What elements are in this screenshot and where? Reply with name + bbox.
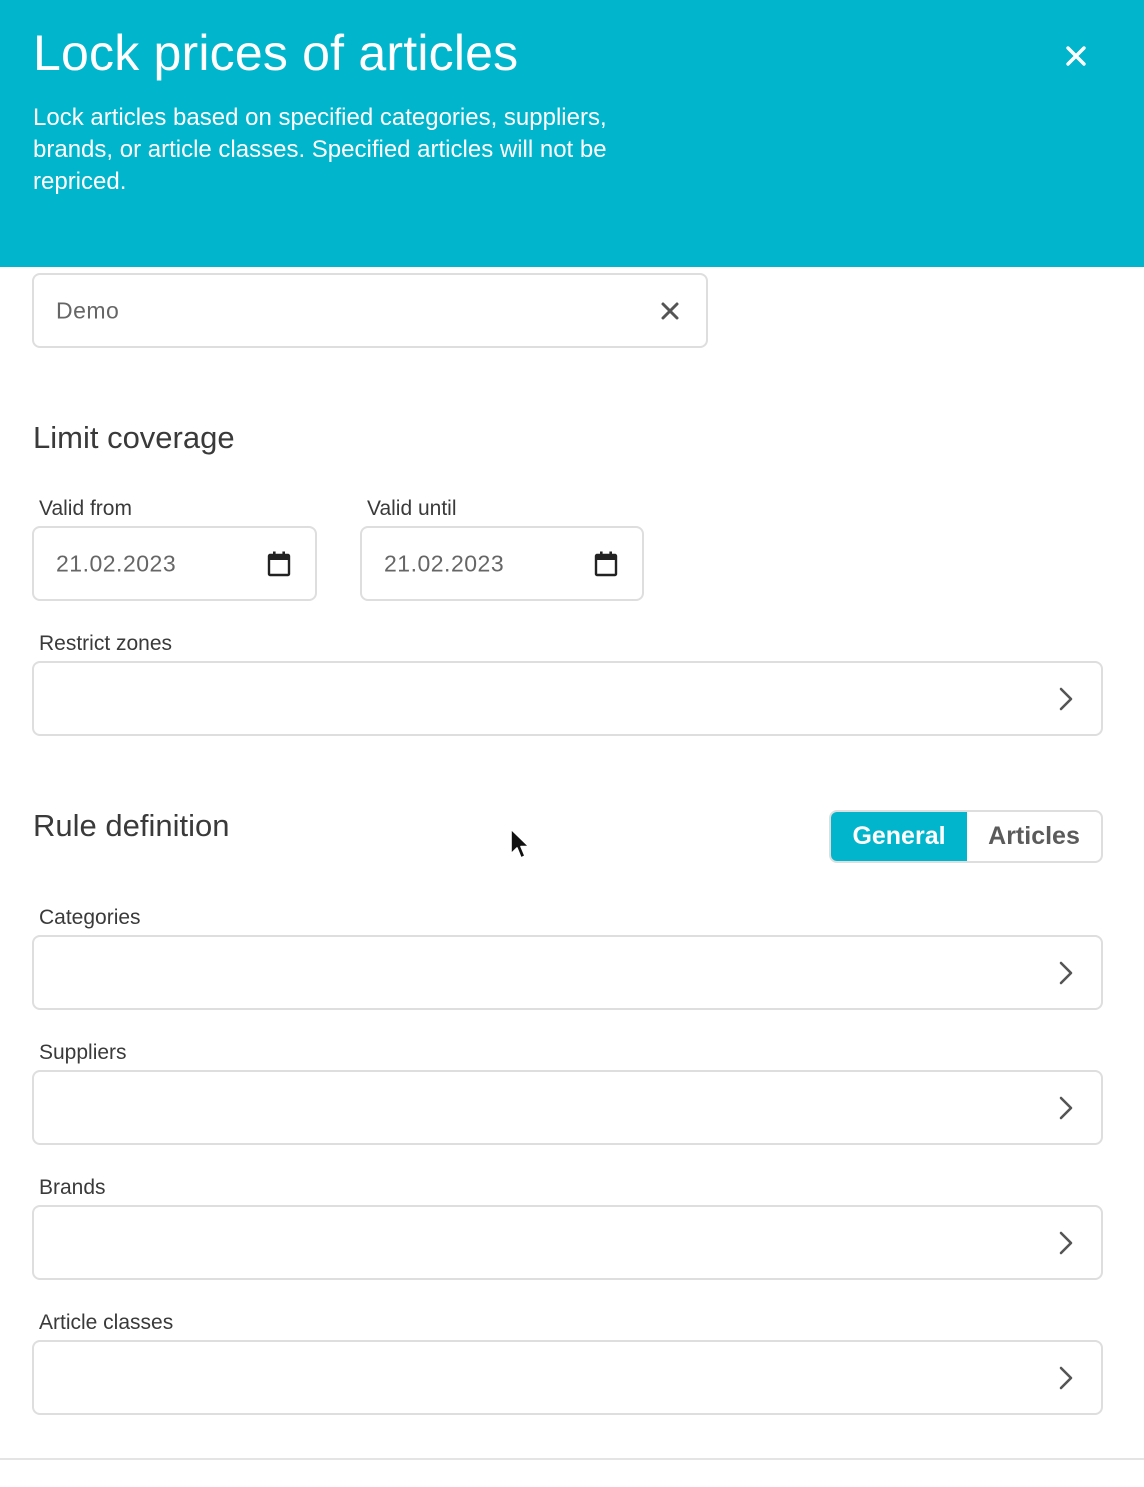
valid-until-calendar-button[interactable]: [594, 551, 618, 577]
tab-general[interactable]: General: [831, 812, 967, 861]
suppliers-selector[interactable]: [32, 1070, 1103, 1145]
brands-label: Brands: [39, 1176, 106, 1199]
close-icon: [1066, 46, 1086, 66]
dialog-title: Lock prices of articles: [33, 25, 519, 81]
valid-from-date-input[interactable]: 21.02.2023: [32, 526, 317, 601]
dialog-description: Lock articles based on specified categor…: [33, 104, 607, 195]
suppliers-label: Suppliers: [39, 1041, 127, 1064]
close-button[interactable]: [1056, 36, 1096, 76]
valid-from-label: Valid from: [39, 497, 132, 520]
categories-selector[interactable]: [32, 935, 1103, 1010]
restrict-zones-label: Restrict zones: [39, 632, 173, 655]
article-classes-label: Article classes: [39, 1311, 174, 1334]
article-classes-selector[interactable]: [32, 1340, 1103, 1415]
calendar-icon: [267, 551, 291, 576]
chevron-right-icon: [1059, 1366, 1073, 1390]
chevron-right-icon: [1059, 687, 1073, 711]
valid-from-calendar-button[interactable]: [267, 551, 291, 577]
rule-definition-tabs: General Articles: [829, 810, 1103, 863]
chevron-right-icon: [1059, 961, 1073, 985]
valid-until-date-input[interactable]: 21.02.2023: [360, 526, 644, 601]
footer-divider: [0, 1458, 1144, 1460]
rule-name-input[interactable]: Demo: [32, 273, 708, 348]
lock-prices-dialog: Lock prices of articles Lock articles ba…: [0, 0, 1144, 1487]
valid-until-value: 21.02.2023: [384, 550, 505, 576]
brands-selector[interactable]: [32, 1205, 1103, 1280]
rule-name-value: Demo: [56, 297, 120, 323]
clear-name-button[interactable]: [660, 301, 680, 321]
categories-label: Categories: [39, 906, 141, 929]
valid-until-label: Valid until: [367, 497, 457, 520]
dialog-header: Lock prices of articles Lock articles ba…: [0, 0, 1144, 267]
calendar-icon: [594, 551, 618, 576]
limit-coverage-title: Limit coverage: [33, 420, 235, 455]
mouse-cursor-icon: [510, 828, 530, 859]
chevron-right-icon: [1059, 1231, 1073, 1255]
tab-articles[interactable]: Articles: [967, 812, 1101, 861]
valid-from-value: 21.02.2023: [56, 550, 177, 576]
close-icon: [661, 302, 679, 319]
chevron-right-icon: [1059, 1096, 1073, 1120]
restrict-zones-selector[interactable]: [32, 661, 1103, 736]
rule-definition-title: Rule definition: [33, 808, 230, 843]
